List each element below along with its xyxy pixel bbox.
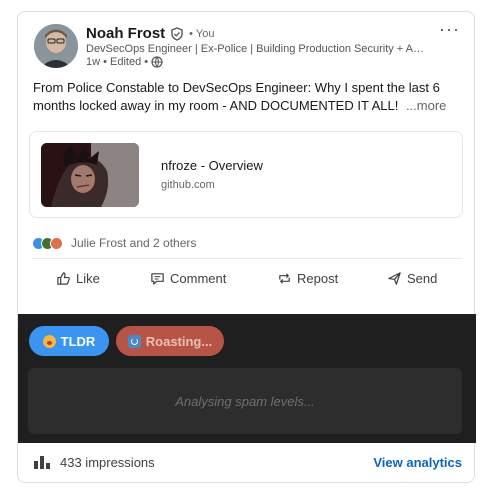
- link-thumbnail: [41, 143, 139, 207]
- link-title: nfroze - Overview: [161, 158, 263, 173]
- more-options-icon[interactable]: ···: [439, 20, 460, 38]
- post-timestamp: 1w • Edited •: [86, 56, 149, 68]
- post-text: From Police Constable to DevSecOps Engin…: [33, 79, 453, 115]
- repost-label: Repost: [297, 271, 339, 286]
- send-button[interactable]: Send: [387, 271, 437, 286]
- see-more-link[interactable]: ...more: [406, 98, 446, 113]
- tldr-label: TLDR: [60, 333, 96, 349]
- repost-icon: [279, 273, 290, 284]
- roast-label: Roasting...: [145, 333, 213, 349]
- send-label: Send: [407, 271, 438, 286]
- refresh-icon: [127, 334, 141, 348]
- social-counts[interactable]: Julie Frost and 2 others: [32, 236, 196, 250]
- like-button[interactable]: Like: [56, 271, 100, 286]
- view-analytics-link[interactable]: View analytics: [373, 455, 462, 470]
- post-meta: 1w • Edited •: [86, 56, 163, 68]
- link-preview-card[interactable]: nfroze - Overview github.com: [29, 131, 463, 218]
- action-bar: Like Comment Repost Send: [18, 267, 476, 295]
- reaction-names[interactable]: Julie Frost and 2 others: [71, 236, 196, 250]
- roast-button[interactable]: Roasting...: [116, 326, 224, 356]
- post-body: From Police Constable to DevSecOps Engin…: [33, 80, 440, 113]
- divider: [32, 258, 462, 259]
- reaction-icons: [32, 236, 63, 250]
- author-headline: DevSecOps Engineer | Ex-Police | Buildin…: [86, 43, 426, 55]
- author-avatar[interactable]: [34, 24, 78, 68]
- impressions-count: 433 impressions: [60, 455, 155, 470]
- bar-chart-icon: [34, 456, 50, 469]
- author-name[interactable]: Noah Frost: [86, 25, 165, 42]
- analysis-status-text: Analysing spam levels...: [175, 393, 315, 409]
- globe-icon: [151, 56, 163, 68]
- tldr-button[interactable]: TLDR: [29, 326, 109, 356]
- connection-degree: • You: [189, 27, 215, 40]
- repost-button[interactable]: Repost: [277, 271, 338, 286]
- analysis-output: Analysing spam levels...: [28, 368, 462, 434]
- like-label: Like: [76, 271, 100, 286]
- verified-shield-icon: [170, 26, 184, 41]
- send-icon: [388, 272, 401, 285]
- comment-button[interactable]: Comment: [150, 271, 226, 286]
- comment-icon: [151, 273, 164, 285]
- post-card: Noah Frost • You DevSecOps Engineer | Ex…: [17, 11, 476, 483]
- shocked-face-icon: [42, 334, 56, 348]
- author-line: Noah Frost • You: [86, 25, 214, 42]
- thumbs-up-icon: [57, 272, 70, 285]
- post-footer: 433 impressions View analytics: [18, 449, 476, 477]
- love-reaction-icon: [50, 236, 63, 250]
- comment-label: Comment: [170, 271, 227, 286]
- ai-panel: TLDR Roasting... Analysing spam levels..…: [18, 314, 476, 443]
- link-domain: github.com: [161, 179, 215, 191]
